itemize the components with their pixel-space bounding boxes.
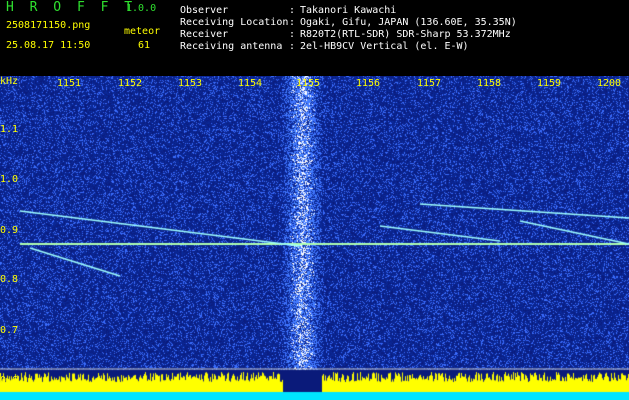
location-sep: : <box>289 17 296 28</box>
meteor-count: 61 <box>138 40 151 51</box>
antenna-sep: : <box>289 41 296 52</box>
observer-label: Observer <box>180 5 229 16</box>
header-panel: H R O F F T 1.0.0 2508171150.png meteor … <box>0 0 629 72</box>
y-tick-1-0: 1.0 <box>0 174 19 185</box>
spectrogram-canvas <box>0 76 629 400</box>
antenna-label: Receiving antenna <box>180 41 283 52</box>
location-value: Ogaki, Gifu, JAPAN (136.60E, 35.35N) <box>300 17 517 28</box>
location-label: Receiving Location <box>180 17 289 28</box>
y-tick-0-7: 0.7 <box>0 325 19 336</box>
x-tick-1200: 1200 <box>597 78 622 89</box>
app-version: 1.0.0 <box>126 3 157 14</box>
receiver-value: R820T2(RTL-SDR) SDR-Sharp 53.372MHz <box>300 29 511 40</box>
x-tick-1156: 1156 <box>356 78 381 89</box>
x-tick-1153: 1153 <box>178 78 203 89</box>
y-tick-0-8: 0.8 <box>0 274 19 285</box>
observer-value: Takanori Kawachi <box>300 5 397 16</box>
app-title: H R O F F T <box>6 0 137 15</box>
receiver-sep: : <box>289 29 296 40</box>
observer-sep: : <box>289 5 296 16</box>
x-tick-1158: 1158 <box>477 78 502 89</box>
y-tick-0-9: 0.9 <box>0 225 19 236</box>
x-tick-1151: 1151 <box>57 78 82 89</box>
file-name: 2508171150.png <box>6 20 91 31</box>
y-tick-0-6: 0.6 <box>0 375 19 386</box>
x-tick-1157: 1157 <box>417 78 442 89</box>
x-tick-1152: 1152 <box>118 78 143 89</box>
antenna-value: 2el-HB9CV Vertical (el. E-W) <box>300 41 469 52</box>
x-tick-1155: 1155 <box>296 78 321 89</box>
receiver-label: Receiver <box>180 29 229 40</box>
y-unit-label: kHz <box>0 76 19 87</box>
y-tick-1-1: 1.1 <box>0 124 19 135</box>
x-tick-1159: 1159 <box>537 78 562 89</box>
meteor-label: meteor <box>124 26 161 37</box>
date-time: 25.08.17 11:50 <box>6 40 91 51</box>
x-tick-1154: 1154 <box>238 78 263 89</box>
